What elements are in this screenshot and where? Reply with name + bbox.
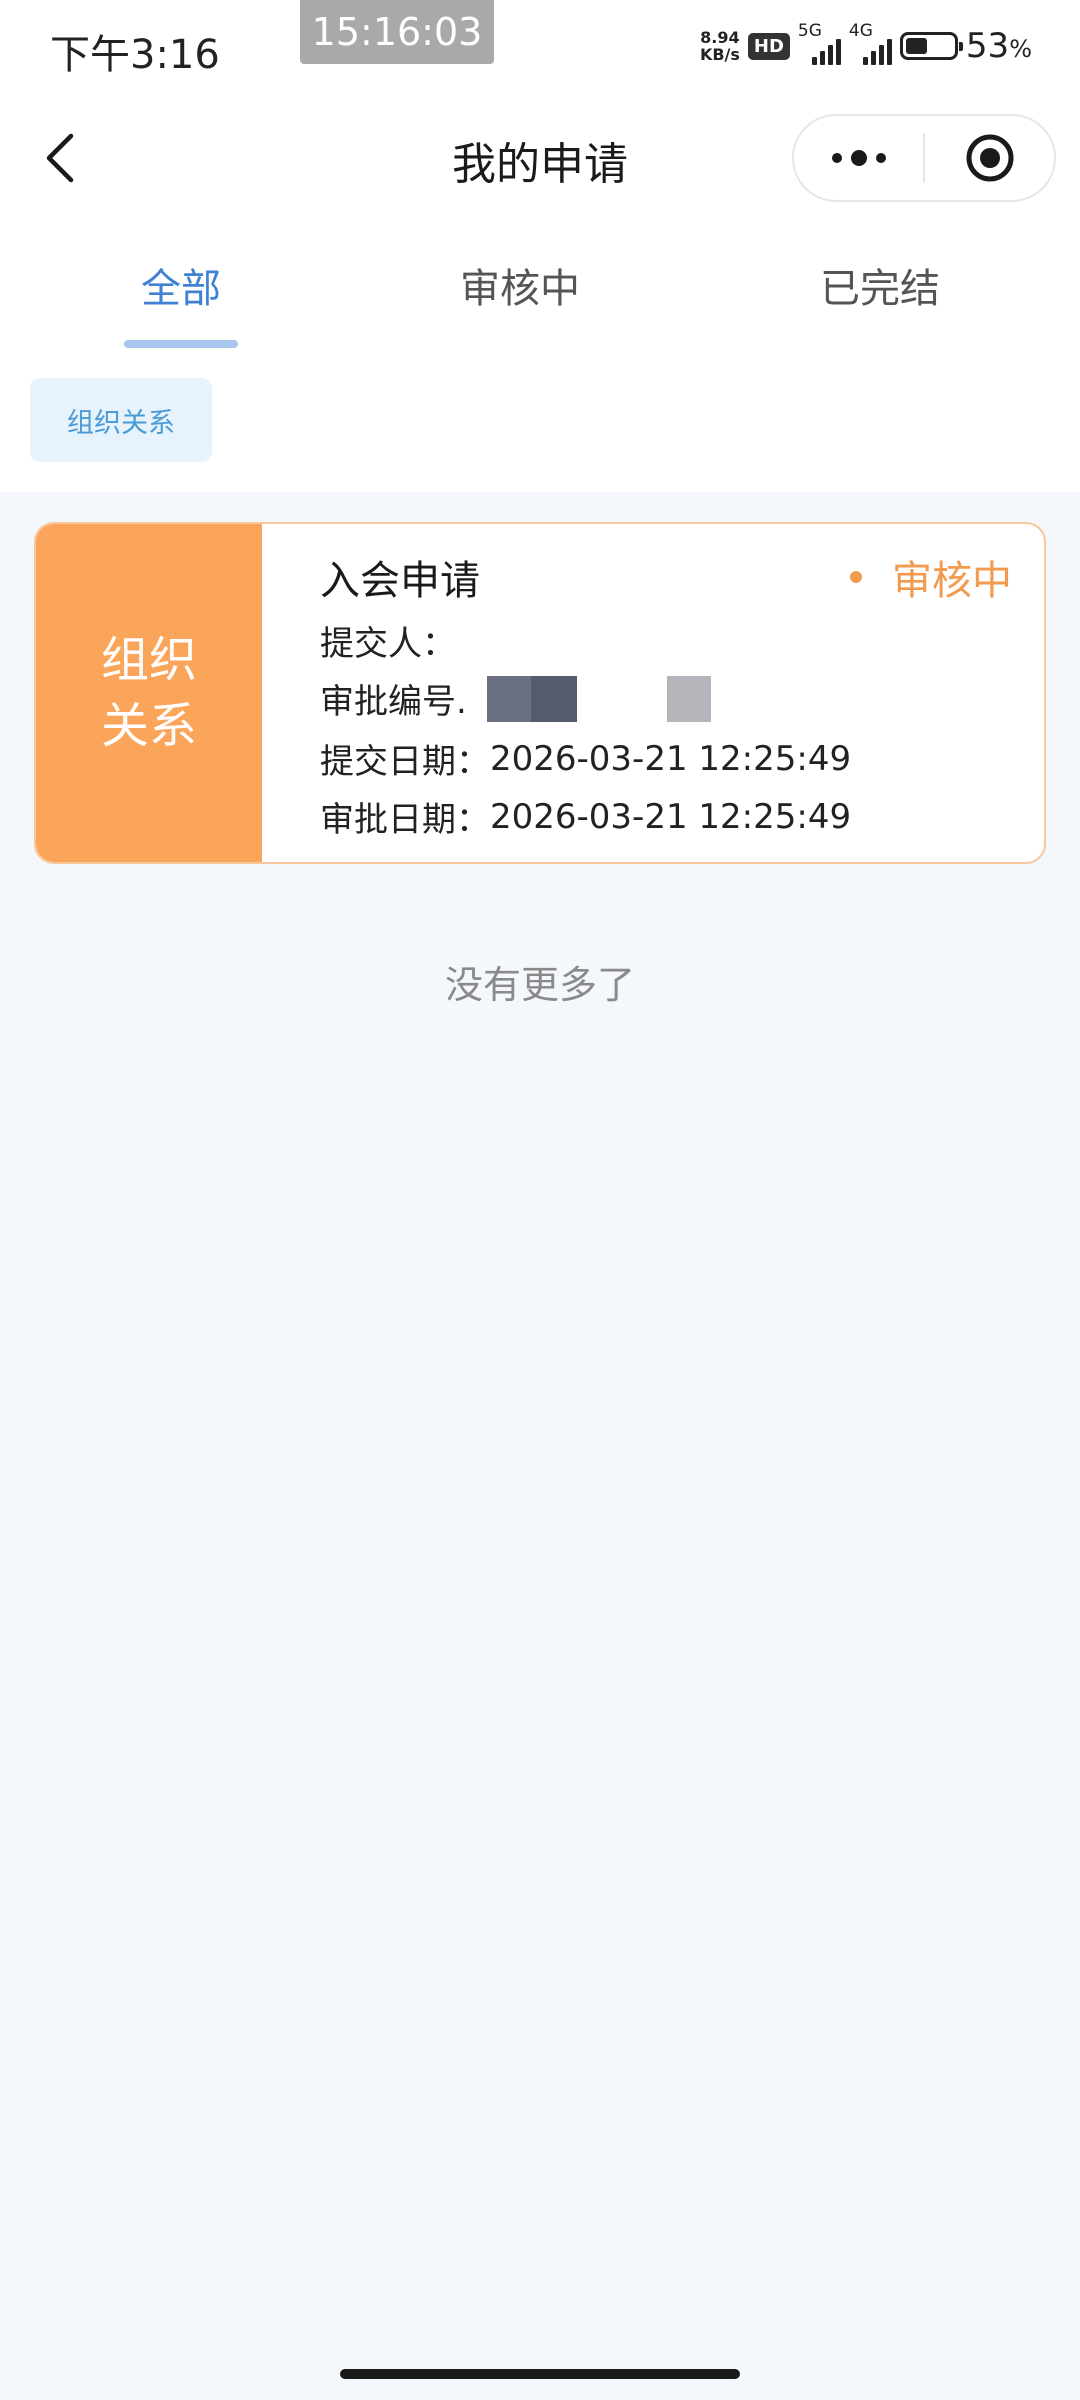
status-indicators: 8.94 KB/s HD 5G 4G 53%: [700, 21, 1032, 66]
home-indicator[interactable]: [340, 2369, 740, 2379]
filter-area: 组织关系: [0, 350, 1080, 492]
submit-date-label: 提交日期：: [320, 742, 490, 782]
network-type-4g: 4G: [848, 21, 873, 41]
approve-date-label: 审批日期：: [320, 800, 490, 840]
approve-date-value: 2026-03-21 12:25:49: [490, 796, 852, 837]
nav-bar: 我的申请: [0, 100, 1080, 216]
close-mini-program-button[interactable]: [925, 116, 1054, 200]
submitter-label: 提交人：: [320, 624, 456, 664]
tab-reviewing[interactable]: 审核中: [400, 256, 640, 314]
overlay-clock: 15:16:03: [300, 0, 494, 64]
redacted-block: [666, 675, 711, 722]
network-type-5g: 5G: [797, 21, 822, 41]
network-speed-unit: KB/s: [699, 45, 740, 64]
battery-percent: 53%: [965, 26, 1032, 66]
tab-bar: 全部 审核中 已完结: [0, 216, 1080, 350]
battery-icon: [899, 32, 963, 60]
more-button[interactable]: [794, 116, 923, 200]
card-body: 入会申请 审核中 提交人： 审批编号. 提交日期： 2026-03-21 12:…: [262, 524, 1044, 862]
redacted-block: [486, 675, 531, 722]
status-bar: 下午3:16 15:16:03 8.94 KB/s HD 5G 4G 53%: [0, 0, 1080, 100]
approval-number-row: 审批编号.: [320, 674, 711, 723]
application-card[interactable]: 组织关系 入会申请 审核中 提交人： 审批编号. 提交日期： 2026-03-2…: [34, 522, 1046, 864]
status-dot-icon: [850, 571, 862, 583]
card-category-label: 组织关系: [100, 632, 197, 754]
tab-active-indicator: [124, 340, 238, 348]
list-end-text: 没有更多了: [444, 963, 635, 1007]
approve-date-row: 审批日期： 2026-03-21 12:25:49: [320, 792, 851, 841]
status-time: 下午3:16: [50, 32, 220, 78]
signal-4g-icon: 4G: [849, 21, 892, 65]
submitter-row: 提交人：: [320, 616, 474, 665]
status-text: 审核中: [892, 558, 1012, 604]
submit-date-value: 2026-03-21 12:25:49: [490, 738, 852, 779]
target-circle-icon: [966, 134, 1013, 182]
approval-number-label: 审批编号.: [320, 682, 467, 722]
filter-chip-organization[interactable]: 组织关系: [30, 378, 212, 462]
more-dots-icon: [831, 150, 886, 166]
card-title: 入会申请: [320, 558, 480, 604]
tab-completed[interactable]: 已完结: [760, 256, 1000, 314]
status-badge: 审核中: [850, 548, 1012, 606]
submit-date-row: 提交日期： 2026-03-21 12:25:49: [320, 734, 851, 783]
card-category-block: 组织关系: [36, 524, 262, 862]
mini-program-capsule: [792, 114, 1056, 202]
hd-badge: HD: [747, 32, 790, 60]
tab-all[interactable]: 全部: [61, 256, 301, 314]
network-speed: 8.94 KB/s: [700, 29, 740, 63]
network-speed-value: 8.94: [700, 28, 740, 47]
battery-level: [905, 38, 928, 54]
redacted-block: [530, 675, 577, 722]
signal-5g-icon: 5G: [798, 21, 841, 65]
